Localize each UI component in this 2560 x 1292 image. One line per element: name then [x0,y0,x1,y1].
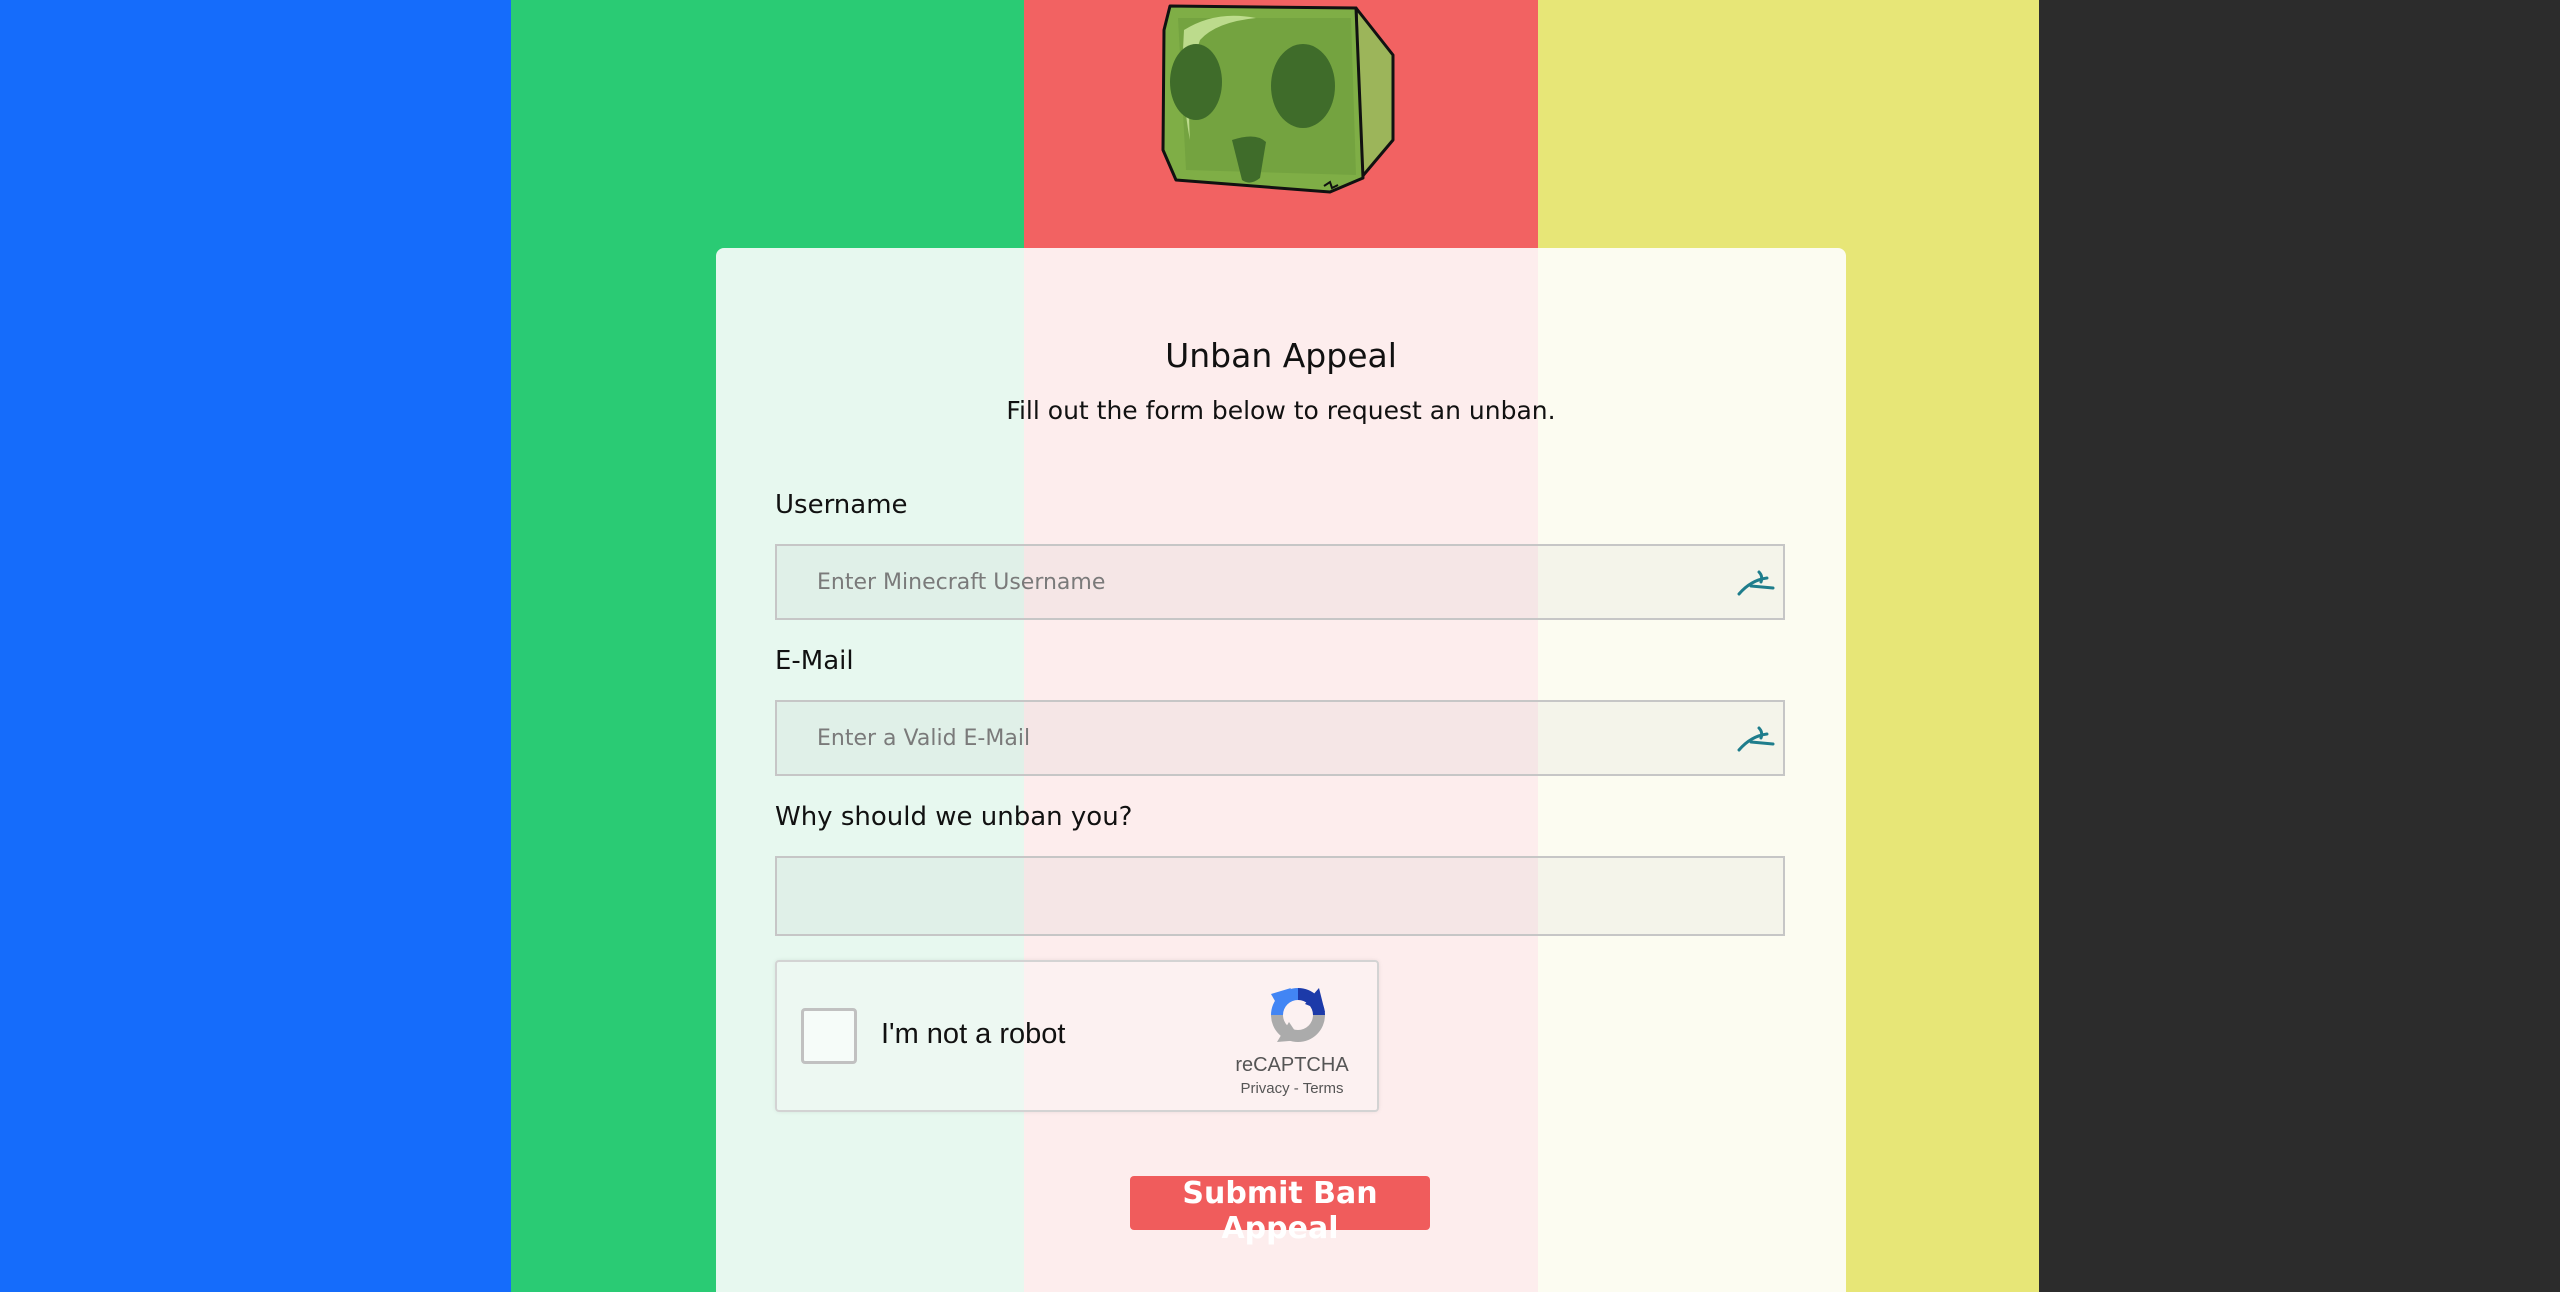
pen-icon[interactable] [1737,566,1777,600]
reason-textarea[interactable] [777,858,1783,934]
recaptcha-checkbox[interactable] [801,1008,857,1064]
recaptcha-privacy-link[interactable]: Privacy [1240,1080,1289,1097]
page-title: Unban Appeal [1165,336,1397,375]
recaptcha-checkbox-label: I'm not a robot [881,1018,1066,1050]
recaptcha-logo-icon [1265,982,1331,1048]
email-label: E-Mail [775,646,854,676]
email-field[interactable] [775,700,1785,776]
email-input[interactable] [777,702,1697,774]
recaptcha-widget: I'm not a robot reCAPTCHA Privacy - Term… [775,960,1379,1112]
username-label: Username [775,490,908,520]
stripe-dark [2039,0,2560,1292]
recaptcha-links: Privacy - Terms [1207,1080,1377,1097]
recaptcha-terms-link[interactable]: Terms [1303,1080,1344,1097]
slime-cube-icon [1156,0,1404,205]
appeal-form: Unban Appeal Fill out the form below to … [716,248,1846,1292]
username-input[interactable] [777,546,1697,618]
stripe-blue [0,0,511,1292]
submit-button[interactable]: Submit Ban Appeal [1130,1176,1430,1246]
recaptcha-link-separator: - [1289,1080,1303,1097]
reason-label: Why should we unban you? [775,802,1133,832]
appeal-card: Unban Appeal Fill out the form below to … [716,248,1846,1292]
username-field[interactable] [775,544,1785,620]
reason-field[interactable] [775,856,1785,936]
pen-icon[interactable] [1737,722,1777,756]
page-subtitle: Fill out the form below to request an un… [1006,396,1556,425]
recaptcha-brand: reCAPTCHA [1235,1054,1349,1076]
